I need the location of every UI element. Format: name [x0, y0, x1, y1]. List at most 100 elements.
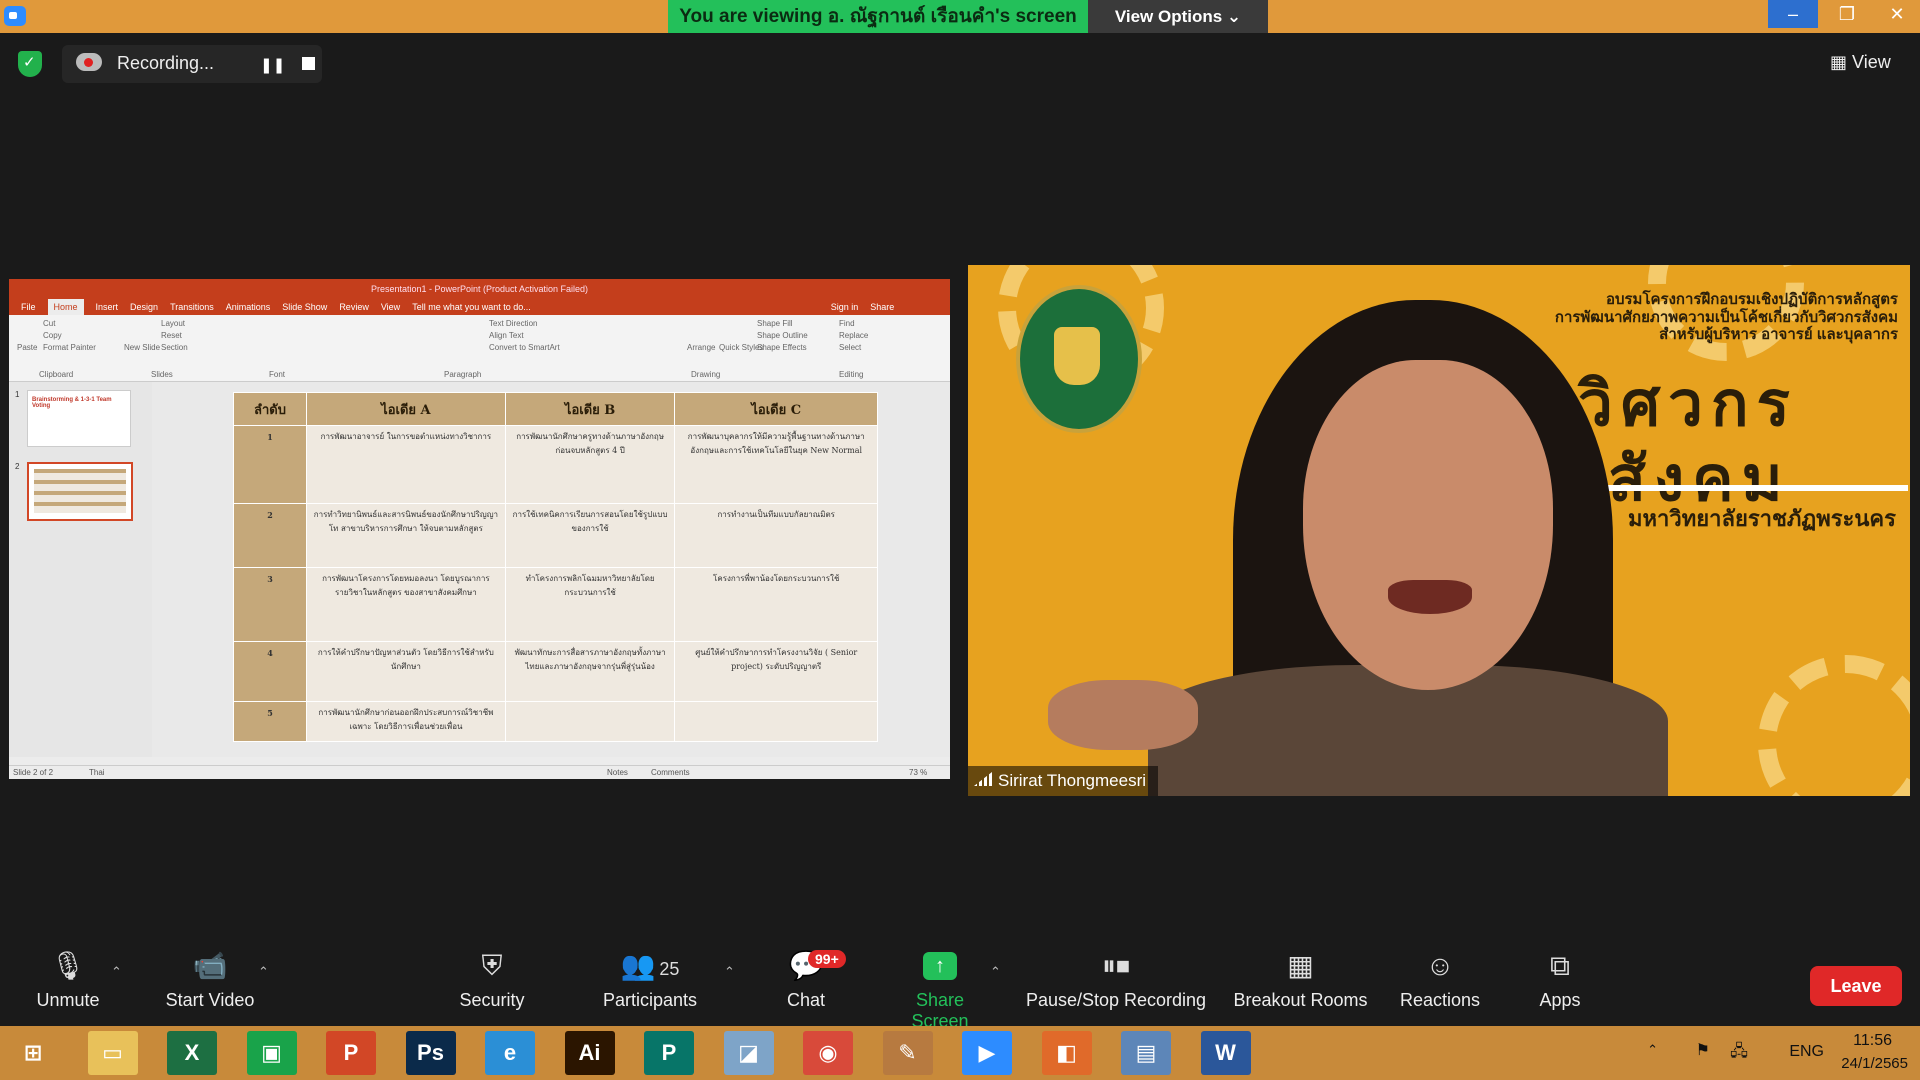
ppt-tab-home[interactable]: Home	[47, 299, 84, 315]
format-painter-button[interactable]: Format Painter	[43, 343, 96, 352]
share-screen-button[interactable]: ↑ Share Screen	[885, 948, 995, 1032]
banner-divider	[1578, 485, 1908, 491]
powerpoint-icon[interactable]: P	[326, 1031, 376, 1075]
start-video-button[interactable]: 📹 Start Video	[155, 948, 265, 1011]
table-row: 1 การพัฒนาอาจารย์ ในการขอตำแหน่งทางวิชาก…	[233, 425, 878, 504]
reset-button[interactable]: Reset	[161, 331, 182, 340]
explorer-icon[interactable]: ▭	[87, 1031, 138, 1075]
clock-date[interactable]: 24/1/2565	[1841, 1055, 1908, 1072]
ie-icon[interactable]: e	[485, 1031, 535, 1075]
stop-recording-button[interactable]	[302, 57, 315, 70]
table-row: 4 การให้คำปรึกษาปัญหาส่วนตัว โดยวิธีการใ…	[233, 641, 878, 702]
ppt-tab-slideshow[interactable]: Slide Show	[282, 299, 327, 315]
share-options-caret[interactable]: ⌃	[990, 964, 1001, 980]
ppt-tell-me[interactable]: Tell me what you want to do...	[412, 299, 531, 315]
security-label: Security	[459, 990, 525, 1010]
encryption-shield-icon[interactable]	[18, 51, 42, 77]
select-button[interactable]: Select	[839, 343, 861, 352]
unmute-button[interactable]: 🎙 Unmute	[28, 948, 108, 1011]
zoom-icon[interactable]: ▶	[962, 1031, 1012, 1075]
participants-options-caret[interactable]: ⌃	[724, 964, 735, 980]
apps-icon: ⧉	[1550, 950, 1570, 981]
clock-time[interactable]: 11:56	[1853, 1032, 1892, 1050]
paint-icon[interactable]: ✎	[882, 1031, 933, 1075]
chrome-icon[interactable]: ◉	[803, 1031, 853, 1075]
action-center-flag-icon[interactable]: ⚑	[1696, 1040, 1710, 1060]
leave-meeting-button[interactable]: Leave	[1810, 966, 1902, 1006]
slide-thumbnail-2[interactable]	[27, 462, 133, 521]
shape-fill-button[interactable]: Shape Fill	[757, 319, 793, 328]
group-drawing: Drawing	[691, 370, 721, 379]
shape-outline-button[interactable]: Shape Outline	[757, 331, 808, 340]
background-gear-icon	[1758, 655, 1910, 796]
input-language[interactable]: ENG	[1789, 1043, 1824, 1061]
idea-b-cell	[504, 701, 676, 742]
pause-stop-label: Pause/Stop Recording	[1025, 990, 1207, 1010]
app-icon[interactable]: ◪	[723, 1031, 774, 1075]
cut-button[interactable]: Cut	[43, 319, 55, 328]
idea-b-cell: พัฒนาทักษะการสื่อสารภาษาอังกฤษทั้งภาษาไท…	[504, 641, 676, 702]
ppt-share[interactable]: Share	[870, 299, 894, 315]
word-icon[interactable]: W	[1200, 1031, 1251, 1075]
arrange-button[interactable]: Arrange	[687, 343, 715, 352]
align-text-button[interactable]: Align Text	[489, 331, 524, 340]
breakout-rooms-button[interactable]: ▦ Breakout Rooms	[1228, 948, 1373, 1011]
illustrator-icon[interactable]: Ai	[564, 1031, 615, 1075]
ppt-tab-design[interactable]: Design	[130, 299, 158, 315]
reactions-button[interactable]: ☺ Reactions	[1395, 948, 1485, 1011]
video-options-caret[interactable]: ⌃	[258, 964, 269, 980]
new-slide-button[interactable]: New Slide	[124, 343, 160, 352]
person-hand	[1048, 680, 1198, 750]
ppt-tab-view[interactable]: View	[381, 299, 400, 315]
shape-effects-button[interactable]: Shape Effects	[757, 343, 807, 352]
section-button[interactable]: Section	[161, 343, 188, 352]
copy-button[interactable]: Copy	[43, 331, 62, 340]
excel-icon[interactable]: X	[167, 1031, 217, 1075]
start-icon[interactable]: ⊞	[8, 1031, 58, 1075]
presenter-icon[interactable]: ◧	[1041, 1031, 1092, 1075]
find-button[interactable]: Find	[839, 319, 855, 328]
idea-a-cell: การพัฒนานักศึกษาก่อนออกฝึกประสบการณ์วิชา…	[306, 701, 506, 742]
banner-text-line-3: สำหรับผู้บริหาร อาจารย์ และบุคลากร	[1659, 326, 1898, 343]
layout-button[interactable]: Layout	[161, 319, 185, 328]
participants-button[interactable]: 👥 25 Participants	[595, 948, 705, 1011]
audio-options-caret[interactable]: ⌃	[111, 964, 122, 980]
shared-screen-powerpoint: Presentation1 - PowerPoint (Product Acti…	[9, 279, 950, 779]
maximize-button[interactable]: ❐	[1822, 0, 1872, 28]
comments-button[interactable]: Comments	[651, 768, 690, 777]
apps-label: Apps	[1539, 990, 1581, 1010]
slide-canvas[interactable]: ลำดับ ไอเดีย A ไอเดีย B ไอเดีย C 1 การพั…	[152, 382, 950, 757]
show-hidden-icons-caret[interactable]: ⌃	[1647, 1042, 1658, 1058]
ppt-tab-transitions[interactable]: Transitions	[170, 299, 214, 315]
start-video-label: Start Video	[165, 990, 255, 1010]
view-options-button[interactable]: View Options ⌄	[1088, 0, 1268, 33]
replace-button[interactable]: Replace	[839, 331, 868, 340]
pause-stop-recording-button[interactable]: ⏸⏹ Pause/Stop Recording	[1025, 948, 1207, 1011]
ppt-tab-file[interactable]: File	[21, 299, 36, 315]
ppt-tab-insert[interactable]: Insert	[96, 299, 119, 315]
participant-video-tile[interactable]: อบรมโครงการฝึกอบรมเชิงปฏิบัติการหลักสูตร…	[968, 265, 1910, 796]
store-icon[interactable]: ▣	[246, 1031, 297, 1075]
network-icon[interactable]: 🖧	[1730, 1040, 1748, 1067]
ppt-tab-review[interactable]: Review	[339, 299, 369, 315]
convert-smartart-button[interactable]: Convert to SmartArt	[489, 343, 560, 352]
minimize-button[interactable]: –	[1768, 0, 1818, 28]
slide-thumbnail-1[interactable]: Brainstorming & 1-3-1 Team Voting	[27, 390, 131, 447]
video-off-icon: 📹	[192, 950, 228, 981]
ppt-sign-in[interactable]: Sign in	[831, 299, 859, 315]
idea-c-cell: การทำงานเป็นทีมแบบกัลยาณมิตร	[674, 503, 878, 568]
publisher-icon[interactable]: P	[644, 1031, 694, 1075]
security-button[interactable]: ⛨ Security	[447, 948, 537, 1011]
photoshop-icon[interactable]: Ps	[405, 1031, 456, 1075]
zoom-level[interactable]: 73 %	[909, 768, 927, 777]
pause-recording-button[interactable]: ❚❚	[260, 56, 285, 74]
text-direction-button[interactable]: Text Direction	[489, 319, 537, 328]
view-layout-button[interactable]: ▦ View	[1830, 52, 1891, 73]
notes-button[interactable]: Notes	[607, 768, 628, 777]
remote-icon[interactable]: ▤	[1121, 1031, 1171, 1075]
paste-button[interactable]: Paste	[17, 343, 37, 352]
ppt-tab-animations[interactable]: Animations	[226, 299, 271, 315]
ppt-ribbon: Paste Cut Copy Format Painter New Slide …	[9, 315, 950, 382]
close-button[interactable]: ✕	[1872, 0, 1920, 28]
apps-button[interactable]: ⧉ Apps	[1530, 948, 1590, 1011]
